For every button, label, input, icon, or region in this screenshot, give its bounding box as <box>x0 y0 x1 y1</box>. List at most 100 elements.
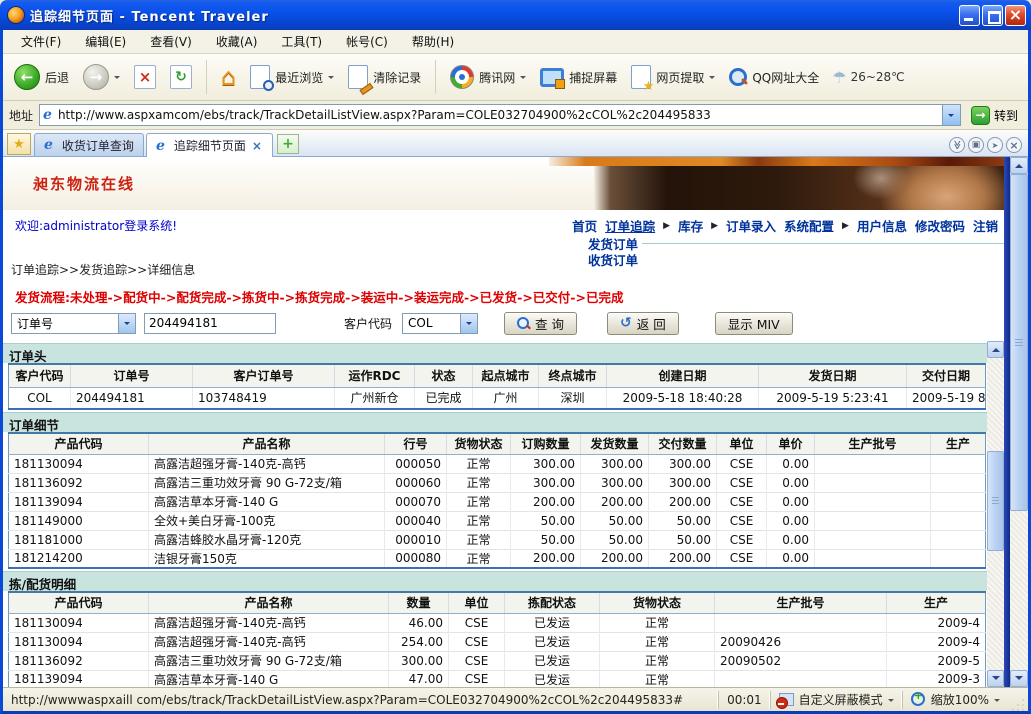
col-header: 生产 <box>887 592 986 613</box>
address-input[interactable] <box>56 106 942 124</box>
select-dropdown-button[interactable] <box>460 314 477 333</box>
scroll-down-button[interactable] <box>1010 670 1028 687</box>
new-tab-button[interactable] <box>277 134 299 154</box>
breadcrumb: 订单追踪>>发货追踪>>详细信息 <box>11 261 195 278</box>
tencent-button[interactable]: 腾讯网 <box>445 62 531 92</box>
nav-order-tracking[interactable]: 订单追踪 <box>605 216 655 235</box>
banner-top-band <box>549 157 1004 166</box>
scroll-up-button[interactable] <box>1010 157 1028 174</box>
qq-sites-button[interactable]: QQ网址大全 <box>724 65 824 89</box>
zoom-control[interactable]: 缩放100% <box>902 691 1008 709</box>
go-button[interactable]: 转到 <box>967 105 1022 126</box>
nav-change-password[interactable]: 修改密码 <box>915 216 965 235</box>
menu-tools[interactable]: 工具(T) <box>269 30 334 53</box>
nav-home[interactable]: 首页 <box>572 216 597 235</box>
web-extract-button[interactable]: 网页提取 <box>626 62 720 92</box>
refresh-icon <box>170 65 192 89</box>
broom-icon <box>360 83 374 95</box>
col-header: 单位 <box>449 592 505 613</box>
select-dropdown-button[interactable] <box>118 314 135 333</box>
nav-inventory[interactable]: 库存 <box>678 216 703 235</box>
col-header: 创建日期 <box>607 364 759 387</box>
nav-system-config[interactable]: 系统配置 <box>784 216 834 235</box>
tab-close-icon[interactable] <box>251 139 263 153</box>
cell: 2009-5-18 18:40:28 <box>607 387 759 409</box>
menu-help[interactable]: 帮助(H) <box>400 30 466 53</box>
scroll-up-button[interactable] <box>987 341 1004 358</box>
nav-receive-order[interactable]: 收货订单 <box>588 250 638 269</box>
nav-order-entry[interactable]: 订单录入 <box>726 216 776 235</box>
home-button[interactable] <box>216 60 241 94</box>
cell: 181136092 <box>9 651 149 670</box>
menu-bar: 文件(F) 编辑(E) 查看(V) 收藏(A) 工具(T) 帐号(C) 帮助(H… <box>3 30 1028 54</box>
extract-dropdown-icon[interactable] <box>709 76 715 82</box>
scrollbar-thumb[interactable] <box>987 451 1004 551</box>
tencent-dropdown-icon[interactable] <box>520 76 526 82</box>
order-field-select[interactable]: 订单号 <box>11 313 136 334</box>
tab-list-button[interactable] <box>949 137 965 153</box>
cell: 000080 <box>385 549 447 568</box>
browser-scrollbar[interactable] <box>1010 157 1028 687</box>
cell: 0.00 <box>767 473 815 492</box>
scrollbar-thumb[interactable] <box>1010 174 1028 511</box>
cell <box>931 454 986 473</box>
back-button[interactable]: 后退 <box>9 61 74 93</box>
arrow-down-icon <box>992 676 1000 684</box>
page-scrollbar[interactable] <box>987 341 1004 687</box>
menu-favorites[interactable]: 收藏(A) <box>204 30 270 53</box>
nav-user-info[interactable]: 用户信息 <box>857 216 907 235</box>
menu-view[interactable]: 查看(V) <box>138 30 204 53</box>
tencent-logo-icon <box>450 65 474 89</box>
recent-dropdown-icon[interactable] <box>328 76 334 82</box>
stop-button[interactable] <box>129 62 161 92</box>
scroll-down-button[interactable] <box>987 670 1004 687</box>
tab-receive-order-query[interactable]: 收货订单查询 <box>34 133 144 156</box>
col-header: 单价 <box>767 433 815 454</box>
cell: 20090426 <box>715 632 887 651</box>
col-header: 运作RDC <box>335 364 415 387</box>
zoom-icon <box>911 692 926 707</box>
favorites-star-button[interactable] <box>7 133 31 155</box>
resize-grip[interactable] <box>1012 697 1026 711</box>
col-header: 产品名称 <box>149 433 385 454</box>
menu-file[interactable]: 文件(F) <box>9 30 73 53</box>
menu-edit[interactable]: 编辑(E) <box>73 30 138 53</box>
col-header: 货物状态 <box>447 433 511 454</box>
tab-track-detail[interactable]: 追踪细节页面 <box>146 133 273 157</box>
capture-screen-button[interactable]: 捕捉屏幕 <box>535 65 622 90</box>
minimize-button[interactable] <box>959 5 980 26</box>
block-mode-icon <box>779 693 794 706</box>
weather-widget[interactable]: 26~28℃ <box>828 68 908 87</box>
nav-logout[interactable]: 注销 <box>973 216 998 235</box>
forward-button[interactable] <box>78 61 125 93</box>
cell: 181130094 <box>9 454 149 473</box>
search-button[interactable]: 查 询 <box>504 312 577 335</box>
forward-dropdown-icon[interactable] <box>114 76 120 82</box>
clear-history-button[interactable]: 清除记录 <box>343 62 426 92</box>
order-detail-table: 产品代码 产品名称 行号 货物状态 订购数量 发货数量 交付数量 单位 单价 生… <box>8 432 986 569</box>
menu-account[interactable]: 帐号(C) <box>334 30 400 53</box>
close-button[interactable] <box>1005 5 1026 26</box>
capture-label: 捕捉屏幕 <box>569 69 617 86</box>
block-mode-control[interactable]: 自定义屏蔽模式 <box>770 691 902 709</box>
show-miv-button[interactable]: 显示 MIV <box>715 312 793 335</box>
address-dropdown-button[interactable] <box>942 105 960 125</box>
col-header: 行号 <box>385 433 447 454</box>
col-header: 产品代码 <box>9 433 149 454</box>
cell: CSE <box>717 511 767 530</box>
app-logo-icon <box>7 6 25 24</box>
refresh-button[interactable] <box>165 62 197 92</box>
cell: 000040 <box>385 511 447 530</box>
col-header: 交付日期 <box>907 364 986 387</box>
tab-pin-button[interactable] <box>987 137 1003 153</box>
customer-code-select[interactable]: COL <box>402 313 478 334</box>
recent-history-button[interactable]: 最近浏览 <box>245 62 339 92</box>
tab-close-all-button[interactable] <box>1006 137 1022 153</box>
star-icon <box>643 79 655 94</box>
cell: 正常 <box>600 632 715 651</box>
return-button[interactable]: 返 回 <box>607 312 679 335</box>
order-number-input[interactable] <box>144 313 276 334</box>
tab-restore-button[interactable] <box>968 137 984 153</box>
cell: 181130094 <box>9 613 149 632</box>
restore-button[interactable] <box>982 5 1003 26</box>
